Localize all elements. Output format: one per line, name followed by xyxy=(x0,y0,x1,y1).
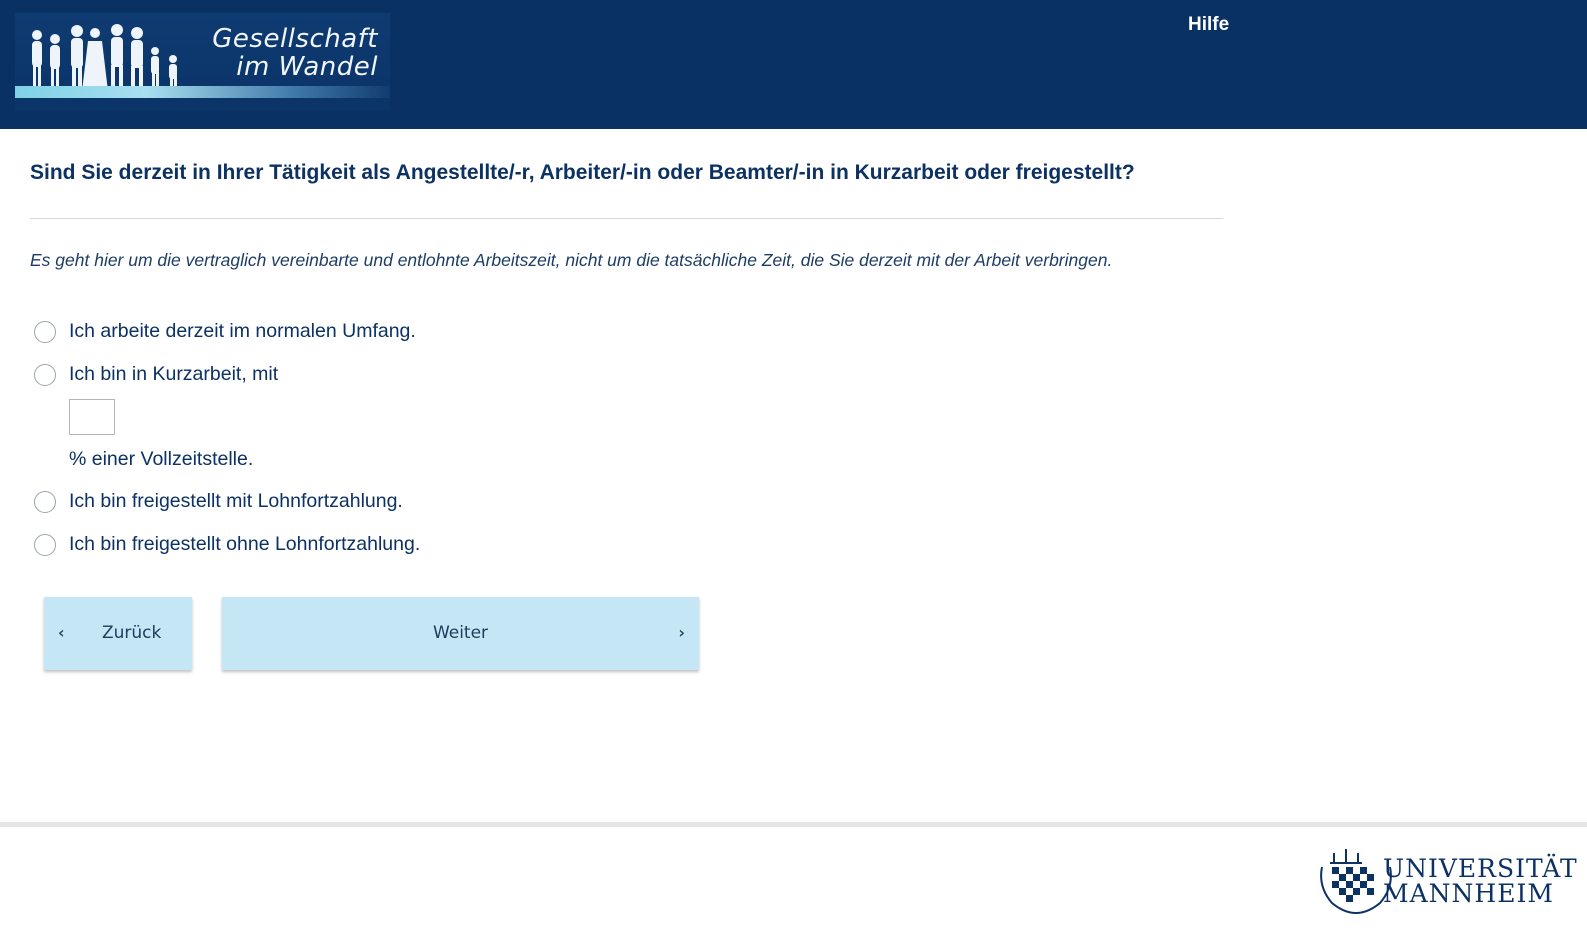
back-button[interactable]: ‹ Zurück xyxy=(44,597,192,670)
footer-divider xyxy=(0,822,1587,827)
logo-line-2: im Wandel xyxy=(236,52,378,82)
help-link[interactable]: Hilfe xyxy=(1188,14,1229,36)
option-freigestellt-mit-lohn[interactable]: Ich bin freigestellt mit Lohnfortzahlung… xyxy=(34,490,403,513)
header-bar: Gesellschaft im Wandel Hilfe xyxy=(0,0,1587,129)
radio-button[interactable] xyxy=(34,363,56,386)
chevron-right-icon: › xyxy=(678,623,685,642)
question-title: Sind Sie derzeit in Ihrer Tätigkeit als … xyxy=(30,161,1135,184)
university-line-2: MANNHEIM xyxy=(1383,879,1554,908)
radio-button[interactable] xyxy=(34,533,56,556)
option-freigestellt-ohne-lohn[interactable]: Ich bin freigestellt ohne Lohnfortzahlun… xyxy=(34,533,420,556)
back-button-label: Zurück xyxy=(102,623,162,643)
option-label: Ich bin in Kurzarbeit, mit xyxy=(69,363,279,385)
percent-suffix: % einer Vollzeitstelle. xyxy=(69,448,254,470)
radio-button[interactable] xyxy=(34,490,56,513)
university-line-1: UNIVERSITÄT xyxy=(1383,854,1578,883)
option-kurzarbeit[interactable]: Ich bin in Kurzarbeit, mit xyxy=(34,363,278,386)
option-normal-work[interactable]: Ich arbeite derzeit im normalen Umfang. xyxy=(34,320,416,343)
logo-wordmark: Gesellschaft im Wandel xyxy=(212,25,378,81)
radio-button[interactable] xyxy=(34,320,56,343)
option-label: Ich arbeite derzeit im normalen Umfang. xyxy=(69,320,416,342)
next-button-label: Weiter xyxy=(432,623,489,643)
question-hint: Es geht hier um die vertraglich vereinba… xyxy=(30,250,1113,270)
option-label: Ich bin freigestellt ohne Lohnfortzahlun… xyxy=(69,533,421,555)
next-button[interactable]: Weiter › xyxy=(222,597,699,670)
logo-line-1: Gesellschaft xyxy=(212,24,378,54)
chevron-left-icon: ‹ xyxy=(58,623,65,642)
divider xyxy=(30,218,1223,219)
logo-band xyxy=(15,86,390,98)
percent-input[interactable] xyxy=(69,399,115,435)
gesellschaft-im-wandel-logo[interactable]: Gesellschaft im Wandel xyxy=(15,13,390,110)
university-wordmark: UNIVERSITÄT MANNHEIM xyxy=(1383,856,1578,906)
option-label: Ich bin freigestellt mit Lohnfortzahlung… xyxy=(69,490,403,512)
